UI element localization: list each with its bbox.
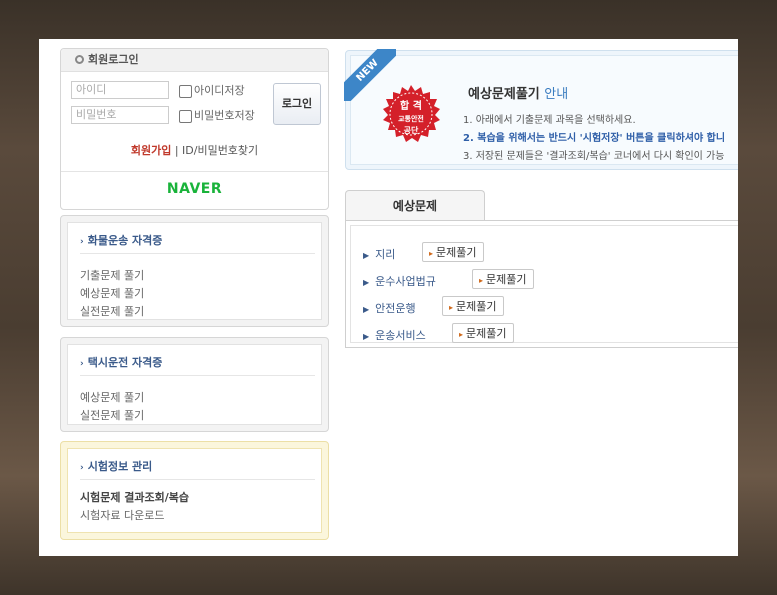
- login-button[interactable]: 로그인: [273, 83, 321, 125]
- exam-download-link[interactable]: 시험자료 다운로드: [80, 507, 164, 523]
- divider: [80, 253, 315, 254]
- divider: [80, 479, 315, 480]
- banner-line-2: 2. 복습을 위해서는 반드시 '시험저장' 버튼을 클릭하셔야 합니: [463, 133, 726, 144]
- seal-text: 합 격 교통안전 공단: [381, 101, 441, 137]
- save-id-checkbox[interactable]: 아이디저장: [179, 82, 245, 98]
- exam-info-title-label: 시험정보 관리: [87, 460, 153, 473]
- solve-button-label: 문제풀기: [466, 327, 507, 340]
- taxi-title-label: 택시운전 자격증: [87, 356, 163, 369]
- naver-login-button[interactable]: NAVER: [61, 181, 328, 197]
- arrow-right-icon: ▸: [479, 276, 484, 285]
- banner-title-highlight: 안내: [544, 87, 569, 102]
- subject-label: ▶ 지리: [363, 246, 395, 262]
- save-id-label: 아이디저장: [194, 84, 245, 97]
- solve-button-label: 문제풀기: [456, 300, 497, 313]
- checkbox-icon[interactable]: [179, 84, 192, 98]
- solve-button-label: 문제풀기: [486, 273, 527, 286]
- cargo-item-expected[interactable]: 예상문제 풀기: [80, 285, 144, 301]
- link-separator: |: [174, 144, 179, 157]
- taxi-section: › 택시운전 자격증 예상문제 풀기 실전문제 풀기: [60, 337, 329, 432]
- solve-button[interactable]: ▸ 문제풀기: [422, 242, 484, 262]
- arrow-right-icon: ▸: [459, 330, 464, 339]
- solve-button[interactable]: ▸ 문제풀기: [442, 296, 504, 316]
- password-input[interactable]: 비밀번호: [71, 106, 169, 124]
- circle-icon: [75, 54, 84, 64]
- cargo-section-inner: › 화물운송 자격증 기출문제 풀기 예상문제 풀기 실전문제 풀기: [67, 222, 322, 320]
- taxi-section-inner: › 택시운전 자격증 예상문제 풀기 실전문제 풀기: [67, 344, 322, 425]
- triangle-right-icon: ▶: [363, 278, 370, 287]
- subject-name: 지리: [375, 248, 396, 261]
- subject-name: 안전운행: [375, 302, 416, 315]
- subject-label: ▶ 운송서비스: [363, 327, 426, 343]
- find-account-link[interactable]: ID/비밀번호찾기: [182, 144, 258, 157]
- new-ribbon-label: NEW: [344, 49, 396, 101]
- banner-title: 예상문제풀기 안내: [468, 83, 568, 102]
- banner-line-1: 1. 아래에서 기출문제 과목을 선택하세요.: [463, 115, 636, 126]
- account-links: 회원가입 | ID/비밀번호찾기: [61, 142, 328, 158]
- chevron-right-icon: ›: [80, 359, 84, 369]
- arrow-right-icon: ▸: [449, 303, 454, 312]
- subject-name: 운송서비스: [375, 329, 426, 342]
- chevron-right-icon: ›: [80, 237, 84, 247]
- join-link[interactable]: 회원가입: [131, 144, 171, 157]
- banner-title-text: 예상문제풀기: [468, 87, 540, 102]
- seal-line-2: 교통안전: [398, 115, 424, 123]
- login-title: 회원로그인: [88, 53, 139, 66]
- exam-info-section-inner: › 시험정보 관리 시험문제 결과조회/복습 시험자료 다운로드: [67, 448, 322, 533]
- triangle-right-icon: ▶: [363, 332, 370, 341]
- save-password-checkbox[interactable]: 비밀번호저장: [179, 107, 255, 123]
- seal-line-1: 합 격: [400, 101, 422, 112]
- chevron-right-icon: ›: [80, 463, 84, 473]
- info-banner: 합 격 교통안전 공단 예상문제풀기 안내 1. 아래에서 기출문제 과목을 선…: [344, 49, 738, 170]
- subject-label: ▶ 운수사업법규: [363, 273, 436, 289]
- triangle-right-icon: ▶: [363, 251, 370, 260]
- divider: [61, 171, 328, 172]
- solve-button[interactable]: ▸ 문제풀기: [472, 269, 534, 289]
- login-box: 회원로그인 아이디 비밀번호 아이디저장 비밀번호저장 로그인 회원가입 | I…: [60, 48, 329, 210]
- subjects-panel-inner: ▶ 지리 ▸ 문제풀기 ▶ 운수사업법규 ▸ 문제풀기 ▶ 안전운행 ▸ 문제풀기 ▶ 운송서…: [350, 225, 738, 343]
- taxi-item-practice[interactable]: 실전문제 풀기: [80, 407, 144, 423]
- cargo-title[interactable]: › 화물운송 자격증: [80, 232, 162, 248]
- login-header: 회원로그인: [61, 49, 328, 72]
- subject-label: ▶ 안전운행: [363, 300, 416, 316]
- solve-button[interactable]: ▸ 문제풀기: [452, 323, 514, 343]
- save-password-label: 비밀번호저장: [194, 109, 255, 122]
- solve-button-label: 문제풀기: [436, 246, 477, 259]
- taxi-title[interactable]: › 택시운전 자격증: [80, 354, 162, 370]
- seal-line-3: 공단: [403, 126, 419, 135]
- info-banner-inner: 합 격 교통안전 공단 예상문제풀기 안내 1. 아래에서 기출문제 과목을 선…: [350, 55, 738, 165]
- banner-line-3: 3. 저장된 문제들은 '결과조회/복습' 코너에서 다시 확인이 가능: [463, 151, 725, 162]
- exam-results-link[interactable]: 시험문제 결과조회/복습: [80, 489, 189, 505]
- subject-name: 운수사업법규: [375, 275, 436, 288]
- cargo-item-practice[interactable]: 실전문제 풀기: [80, 303, 144, 319]
- exam-info-title[interactable]: › 시험정보 관리: [80, 458, 152, 474]
- arrow-right-icon: ▸: [429, 249, 434, 258]
- tab-expected-questions[interactable]: 예상문제: [345, 190, 485, 221]
- cargo-title-label: 화물운송 자격증: [87, 234, 163, 247]
- cargo-section: › 화물운송 자격증 기출문제 풀기 예상문제 풀기 실전문제 풀기: [60, 215, 329, 327]
- taxi-item-expected[interactable]: 예상문제 풀기: [80, 389, 144, 405]
- divider: [80, 375, 315, 376]
- new-ribbon: NEW: [344, 49, 396, 101]
- exam-info-section: › 시험정보 관리 시험문제 결과조회/복습 시험자료 다운로드: [60, 441, 329, 540]
- id-input[interactable]: 아이디: [71, 81, 169, 99]
- triangle-right-icon: ▶: [363, 305, 370, 314]
- subjects-panel: ▶ 지리 ▸ 문제풀기 ▶ 운수사업법규 ▸ 문제풀기 ▶ 안전운행 ▸ 문제풀기 ▶ 운송서…: [345, 220, 738, 348]
- checkbox-icon[interactable]: [179, 109, 192, 123]
- page: 회원로그인 아이디 비밀번호 아이디저장 비밀번호저장 로그인 회원가입 | I…: [39, 39, 738, 556]
- cargo-item-past[interactable]: 기출문제 풀기: [80, 267, 144, 283]
